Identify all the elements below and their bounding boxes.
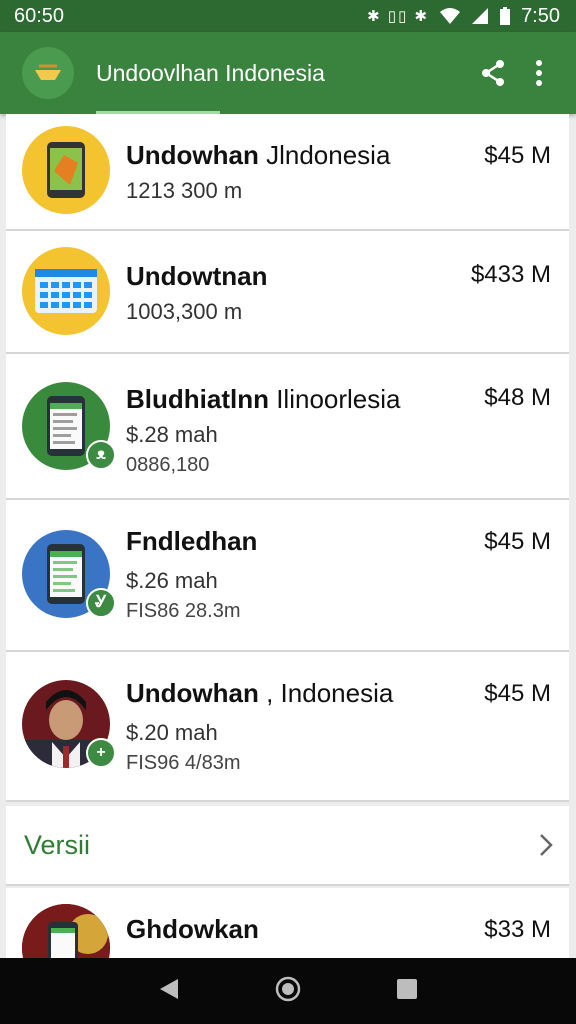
navigation-bar: [0, 958, 576, 1024]
item-badge: ᴥ: [86, 440, 116, 470]
chevron-right-icon: [540, 834, 553, 856]
list-item[interactable]: Ghdowkan $33 M: [6, 888, 569, 960]
item-title: Bludhiatlnn Ilinoorlesia: [126, 384, 401, 414]
status-time-right: 7:50: [521, 4, 560, 27]
app-title: Undoovlhan Indonesia: [96, 59, 325, 86]
share-button[interactable]: [470, 50, 516, 96]
recents-icon: [397, 978, 418, 999]
item-price: $33 M: [484, 916, 551, 943]
item-price: $45 M: [484, 680, 551, 707]
item-title: Undowtnan: [126, 261, 268, 291]
item-thumbnail: [22, 126, 110, 214]
battery-icon: [500, 7, 511, 25]
item-price: $48 M: [484, 384, 551, 411]
item-detail: 1213 300 m: [126, 178, 243, 203]
item-badge: Ꮍ: [86, 588, 116, 618]
list-item[interactable]: Ꮍ Fndledhan $45 M $.26 mah FIS86 28.3m: [6, 500, 569, 652]
home-icon: [275, 976, 301, 1001]
item-thumbnail: [22, 904, 110, 960]
status-time-left: 60:50: [14, 4, 65, 27]
item-subdetail: FIS96 4/83m: [126, 752, 241, 774]
item-thumbnail: +: [22, 680, 116, 768]
overflow-menu-button[interactable]: [516, 50, 562, 96]
share-icon: [482, 60, 504, 86]
item-title: Undowhan Jlndonesia: [126, 140, 391, 170]
back-icon: [159, 978, 178, 999]
item-subdetail: FIS86 28.3m: [126, 600, 241, 622]
boat-logo-icon: [35, 64, 61, 80]
section-label: Versii: [24, 829, 91, 860]
more-vert-icon: [536, 60, 542, 86]
item-price: $433 M: [470, 261, 551, 288]
recents-button[interactable]: [396, 978, 418, 1005]
item-detail: $.26 mah: [126, 568, 218, 593]
phone-map-icon: [47, 142, 85, 198]
list-item[interactable]: Undowhan Jlndonesia $45 M 1213 300 m: [6, 114, 569, 231]
list-item[interactable]: Undowtnan $433 M 1003,300 m: [6, 231, 569, 354]
item-thumbnail: Ꮍ: [22, 530, 116, 618]
calendar-icon: [35, 269, 97, 313]
app-bar: Undoovlhan Indonesia: [0, 32, 576, 114]
status-right: ✱ ▯▯ ✱ 7:50: [367, 5, 560, 28]
list-item[interactable]: + Undowhan , Indonesia $45 M $.20 mah FI…: [6, 652, 569, 802]
item-badge: +: [86, 738, 116, 768]
section-row-versii[interactable]: Versii: [6, 806, 569, 886]
item-detail: $.28 mah: [126, 422, 218, 447]
status-icons: ✱ ▯▯ ✱: [367, 8, 430, 25]
item-title: Undowhan , Indonesia: [126, 678, 394, 708]
item-thumbnail: ᴥ: [22, 382, 116, 470]
item-title: Ghdowkan: [126, 914, 259, 944]
item-subdetail: 0886,180: [126, 454, 210, 476]
item-detail: 1003,300 m: [126, 299, 243, 324]
item-price: $45 M: [484, 528, 551, 555]
app-logo[interactable]: [22, 47, 74, 99]
signal-icon: [472, 8, 489, 24]
back-button[interactable]: [158, 977, 180, 1006]
item-title: Fndledhan: [126, 526, 258, 556]
item-price: $45 M: [484, 142, 551, 169]
phone-list-icon: [47, 396, 85, 456]
status-bar: 60:50 ✱ ▯▯ ✱ 7:50: [0, 0, 576, 32]
phone-list-icon: [22, 904, 110, 960]
item-thumbnail: [22, 247, 110, 335]
list-item[interactable]: ᴥ Bludhiatlnn Ilinoorlesia $48 M $.28 ma…: [6, 354, 569, 500]
item-detail: $.20 mah: [126, 720, 218, 745]
wifi-icon: [440, 8, 461, 24]
home-button[interactable]: [275, 976, 301, 1007]
phone-list-icon: [47, 544, 85, 604]
